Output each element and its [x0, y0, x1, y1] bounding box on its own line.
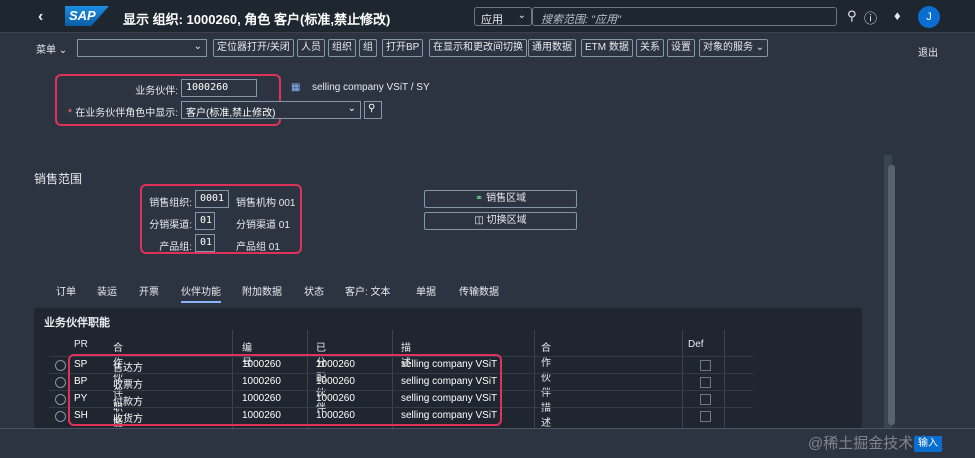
command-field[interactable]: ⌄: [77, 39, 207, 57]
sales-org-desc: 销售机构 001: [236, 198, 296, 209]
switch-icon: ◫: [474, 215, 484, 226]
switch-area-btn-label: 切换区域: [486, 215, 527, 226]
default-checkbox[interactable]: [700, 394, 711, 405]
search-icon: ⚲: [368, 103, 376, 114]
default-checkbox[interactable]: [700, 411, 711, 422]
open-bp-button[interactable]: 打开BP: [382, 39, 424, 57]
sales-org-field[interactable]: 0001: [195, 190, 229, 208]
link-icon: ⚭: [474, 193, 484, 204]
etm-data-button[interactable]: ETM 数据: [581, 39, 633, 57]
menu-label: 菜单: [36, 45, 56, 56]
sales-area-title: 销售范围: [34, 172, 83, 186]
tab-shipping[interactable]: 装运: [97, 283, 117, 298]
locator-toggle-button[interactable]: 定位器打开/关闭: [213, 39, 294, 57]
channel-label: 分销渠道:: [149, 220, 192, 231]
tab-status[interactable]: 状态: [304, 283, 324, 298]
col-pr: PR: [74, 339, 88, 350]
role-search-button[interactable]: ⚲: [364, 101, 382, 119]
role-value: 客户(标准,禁止修改): [186, 108, 276, 119]
chevron-down-icon: ⌄: [517, 10, 526, 21]
scope-label: 应用: [481, 14, 503, 26]
tab-documents[interactable]: 单据: [416, 283, 436, 298]
division-desc: 产品组 01: [236, 242, 280, 253]
scrollbar-thumb[interactable]: [888, 165, 895, 425]
partner-field[interactable]: 1000260: [181, 79, 257, 97]
role-label: * 在业务伙伴角色中显示:: [66, 104, 178, 119]
partner-description: selling company VSiT / SY: [312, 82, 430, 93]
group-button[interactable]: 组: [359, 39, 377, 57]
row-select-radio[interactable]: [55, 411, 66, 422]
settings-button[interactable]: 设置: [667, 39, 695, 57]
tab-orders[interactable]: 订单: [56, 283, 76, 298]
division-field[interactable]: 01: [195, 234, 215, 252]
row-select-radio[interactable]: [55, 360, 66, 371]
tab-billing[interactable]: 开票: [139, 283, 159, 298]
highlight-box: [68, 354, 502, 426]
page-title: 显示 组织: 1000260, 角色 客户(标准,禁止修改): [123, 12, 391, 27]
sap-logo[interactable]: SAP: [65, 6, 109, 26]
channel-field[interactable]: 01: [195, 212, 215, 230]
division-label: 产品组:: [159, 242, 192, 253]
switch-area-button[interactable]: ◫ 切换区域: [424, 212, 577, 230]
menu-button[interactable]: 菜单 ⌄: [36, 41, 67, 56]
sales-area-btn-label: 销售区域: [486, 193, 527, 204]
chevron-down-icon[interactable]: ⌄: [356, 7, 367, 23]
chevron-down-icon: ⌄: [347, 103, 356, 114]
help-icon[interactable]: ⓘ: [864, 8, 877, 27]
role-select[interactable]: 客户(标准,禁止修改) ⌄: [181, 101, 361, 119]
tab-transfer-data[interactable]: 传输数据: [459, 283, 499, 298]
general-data-button[interactable]: 通用数据: [528, 39, 576, 57]
chevron-down-icon: ⌄: [193, 41, 202, 52]
organization-button[interactable]: 组织: [328, 39, 356, 57]
tab-partner-functions[interactable]: 伙伴功能: [181, 283, 221, 303]
default-checkbox[interactable]: [700, 360, 711, 371]
sales-area-button[interactable]: ⚭ 销售区域: [424, 190, 577, 208]
shell-bar: ‹ SAP 显示 组织: 1000260, 角色 客户(标准,禁止修改) ⌄ 应…: [0, 0, 975, 33]
object-services-label: 对象的服务: [703, 42, 753, 53]
object-services-button[interactable]: 对象的服务 ⌄: [699, 39, 769, 57]
row-select-radio[interactable]: [55, 394, 66, 405]
avatar[interactable]: J: [918, 6, 940, 28]
partner-functions-title: 业务伙伴职能: [44, 317, 110, 329]
chart-icon[interactable]: ▦: [291, 82, 300, 93]
row-select-radio[interactable]: [55, 377, 66, 388]
exit-button[interactable]: 退出: [918, 44, 938, 59]
bell-icon[interactable]: ♦: [894, 8, 901, 23]
default-checkbox[interactable]: [700, 377, 711, 388]
toolbar: 菜单 ⌄ ⌄ 定位器打开/关闭 人员 组织 组 打开BP 在显示和更改间切换 通…: [0, 36, 975, 60]
enter-button[interactable]: 输入: [914, 436, 942, 452]
person-button[interactable]: 人员: [297, 39, 325, 57]
search-icon[interactable]: ⚲: [847, 8, 857, 24]
relationships-button[interactable]: 关系: [636, 39, 664, 57]
display-change-toggle-button[interactable]: 在显示和更改间切换: [429, 39, 527, 57]
partner-label: 业务伙伴:: [135, 86, 178, 97]
role-label-text: 在业务伙伴角色中显示:: [75, 108, 178, 119]
col-default: Def: [688, 339, 704, 350]
back-icon[interactable]: ‹: [38, 8, 43, 26]
search-scope-select[interactable]: 应用 ⌄: [474, 7, 532, 26]
sales-org-label: 销售组织:: [149, 198, 192, 209]
search-input[interactable]: 搜索范围: "应用": [532, 7, 837, 26]
tab-additional-data[interactable]: 附加数据: [242, 283, 282, 298]
tab-customer-text[interactable]: 客户: 文本: [345, 283, 391, 298]
channel-desc: 分销渠道 01: [236, 220, 290, 231]
